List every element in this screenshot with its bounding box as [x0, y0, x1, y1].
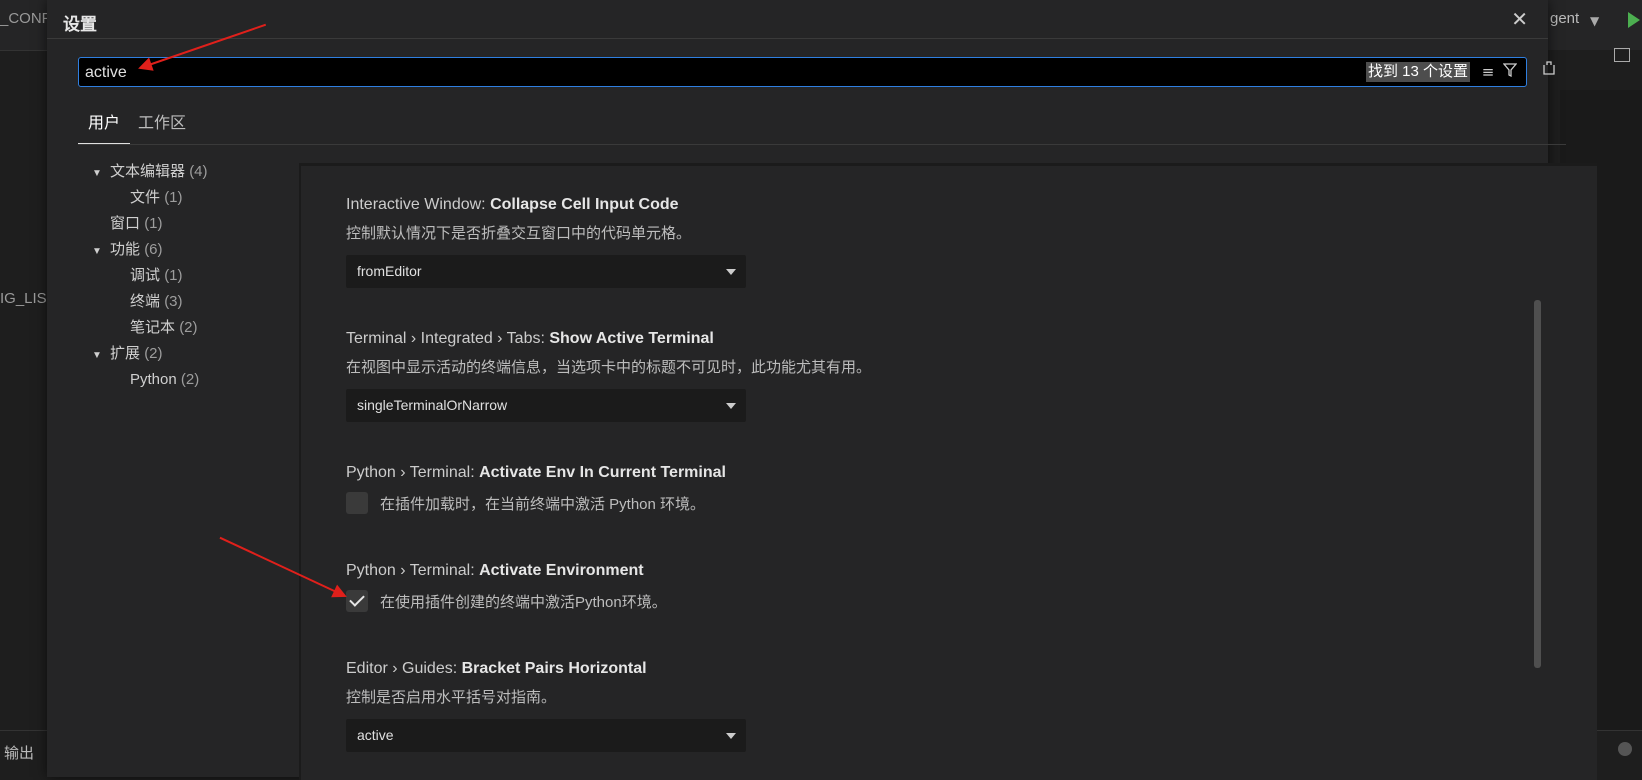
setting-item: Interactive Window: Collapse Cell Input …	[346, 196, 746, 288]
setting-title: Terminal › Integrated › Tabs: Show Activ…	[346, 330, 714, 347]
toc-item-python[interactable]: Python (2)	[130, 368, 199, 392]
bg-right-top-text: gent	[1550, 10, 1580, 27]
chevron-down-icon	[726, 733, 736, 739]
close-icon[interactable]: ✕	[1511, 6, 1528, 32]
setting-item: Terminal › Integrated › Tabs: Show Activ…	[346, 330, 871, 422]
settings-list: Interactive Window: Collapse Cell Input …	[299, 163, 1597, 780]
output-tab[interactable]: 输出	[4, 742, 44, 763]
setting-dropdown[interactable]: singleTerminalOrNarrow	[346, 389, 746, 422]
dialog-title: 设置	[63, 15, 97, 34]
bg-left-top-text: _CONF	[0, 10, 47, 27]
setting-title: Python › Terminal: Activate Env In Curre…	[346, 464, 726, 481]
chevron-down-icon: ▼	[92, 168, 102, 179]
settings-scrollbar[interactable]	[1534, 300, 1541, 668]
editor-left-area	[0, 0, 47, 777]
setting-title: Interactive Window: Collapse Cell Input …	[346, 196, 679, 213]
chevron-down-icon[interactable]: ▼	[1590, 14, 1599, 28]
search-result-count: 找到 13 个设置	[1365, 62, 1470, 82]
setting-checkbox[interactable]	[346, 590, 368, 612]
clear-filter-icon[interactable]: ≡	[1478, 62, 1498, 82]
tab-workspace[interactable]: 工作区	[128, 114, 196, 143]
setting-description: 控制是否启用水平括号对指南。	[346, 689, 557, 706]
bg-left-mid-text: IG_LIS	[0, 290, 47, 307]
toc-item-files[interactable]: 文件 (1)	[130, 186, 183, 210]
setting-description: 控制默认情况下是否折叠交互窗口中的代码单元格。	[346, 225, 692, 242]
open-settings-json-icon[interactable]	[1538, 60, 1560, 82]
chevron-down-icon	[726, 403, 736, 409]
search-box: 找到 13 个设置 ≡	[78, 57, 1527, 87]
checkbox-label: 在插件加载时，在当前终端中激活 Python 环境。	[380, 495, 706, 513]
setting-title: Python › Terminal: Activate Environment	[346, 562, 644, 579]
setting-item: Python › Terminal: Activate Env In Curre…	[346, 464, 726, 516]
chevron-down-icon: ▼	[92, 246, 102, 257]
setting-title: Editor › Guides: Bracket Pairs Horizonta…	[346, 660, 647, 677]
chevron-down-icon: ▼	[92, 350, 102, 361]
toc-item-text-editor[interactable]: ▼ 文本编辑器 (4)	[92, 160, 208, 184]
toc-item-notebook[interactable]: 笔记本 (2)	[130, 316, 198, 340]
panel-icon[interactable]	[1614, 48, 1630, 62]
setting-dropdown[interactable]: active	[346, 719, 746, 752]
setting-checkbox-row: 在使用插件创建的终端中激活Python环境。	[346, 588, 667, 614]
setting-checkbox-row: 在插件加载时，在当前终端中激活 Python 环境。	[346, 490, 726, 516]
toc-item-features[interactable]: ▼ 功能 (6)	[92, 238, 163, 262]
settings-scope-tabs: 用户 工作区	[78, 106, 1566, 145]
toc-item-extensions[interactable]: ▼ 扩展 (2)	[92, 342, 163, 366]
filter-icon[interactable]	[1500, 62, 1520, 82]
settings-dialog: 设置 ✕ 找到 13 个设置 ≡ 用户 工作区 ▼文本编辑器 (4) 文件 (1…	[47, 0, 1597, 780]
setting-dropdown[interactable]: fromEditor	[346, 255, 746, 288]
status-icon[interactable]	[1618, 742, 1632, 756]
setting-item: Python › Terminal: Activate Environment …	[346, 562, 667, 614]
run-icon[interactable]	[1628, 12, 1640, 28]
setting-checkbox[interactable]	[346, 492, 368, 514]
setting-item: Editor › Guides: Bracket Pairs Horizonta…	[346, 660, 746, 752]
checkbox-label: 在使用插件创建的终端中激活Python环境。	[380, 593, 667, 611]
title-divider	[47, 38, 1548, 39]
setting-description: 在视图中显示活动的终端信息，当选项卡中的标题不可见时，此功能尤其有用。	[346, 359, 872, 376]
tab-user[interactable]: 用户	[78, 114, 131, 144]
toc-item-debug[interactable]: 调试 (1)	[130, 264, 183, 288]
toc-item-terminal[interactable]: 终端 (3)	[130, 290, 183, 314]
chevron-down-icon	[726, 269, 736, 275]
toc-item-window[interactable]: 窗口 (1)	[110, 212, 163, 236]
search-input[interactable]	[83, 60, 1387, 86]
